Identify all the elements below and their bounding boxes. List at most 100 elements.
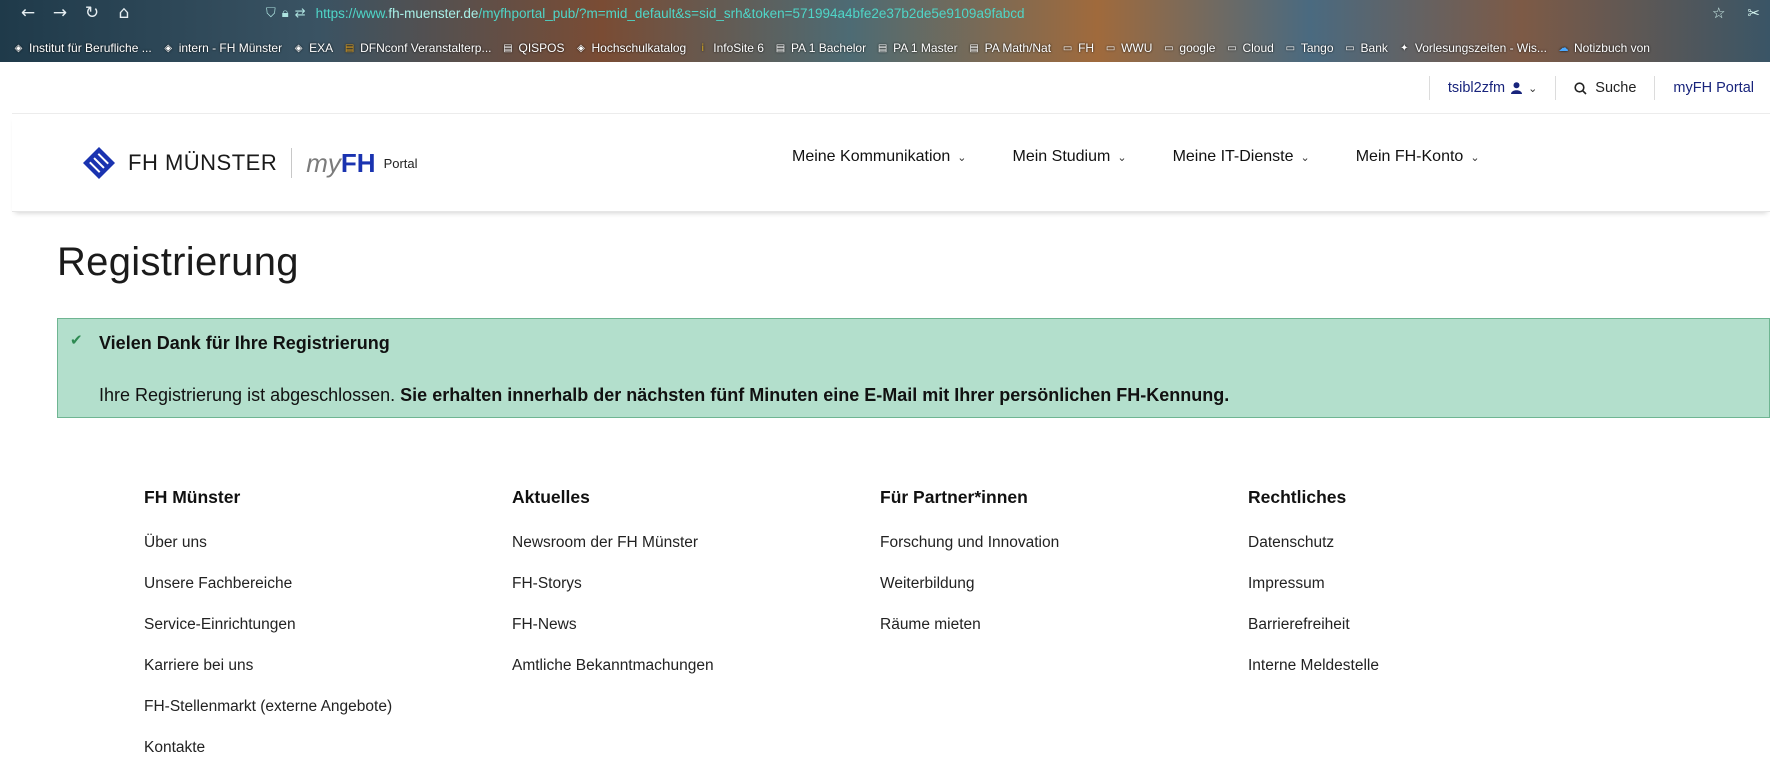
page-title: Registrierung (57, 240, 299, 284)
footer-link[interactable]: FH-News (512, 616, 714, 657)
logo-my: my (306, 147, 341, 178)
footer-heading: Aktuelles (512, 487, 590, 507)
main-menu: Meine Kommunikation ⌄ Mein Studium ⌄ Meine… (792, 148, 1480, 166)
bookmark-label: DFNconf Veranstalterp... (360, 41, 492, 55)
alert-message: Ihre Registrierung ist abgeschlossen. Si… (99, 385, 1230, 405)
footer-link[interactable]: Weiterbildung (880, 575, 1059, 616)
chevron-down-icon: ⌄ (1300, 150, 1310, 164)
search-icon (1574, 81, 1587, 95)
bookmark-label: Hochschulkatalog (591, 41, 687, 55)
bookmark-item[interactable]: ◈ EXA (292, 41, 333, 55)
menu-meine-kommunikation[interactable]: Meine Kommunikation ⌄ (792, 148, 967, 166)
footer-link[interactable]: Über uns (144, 534, 392, 575)
bookmark-label: FH (1078, 41, 1095, 55)
forward-icon[interactable]: → (44, 3, 76, 23)
bookmark-item[interactable]: ▤ PA 1 Master (876, 41, 958, 55)
fh-logo-icon: ◈ (164, 42, 173, 54)
wiki-icon: ✦ (1400, 42, 1409, 54)
check-icon: ✔ (70, 331, 83, 349)
footer-column: Aktuelles Newsroom der FH Münster FH-Story… (512, 487, 714, 698)
chevron-down-icon: ⌄ (1470, 150, 1480, 164)
doc-icon: ▤ (503, 42, 513, 54)
info-icon: i (701, 42, 705, 54)
footer-heading: Für Partner*innen (880, 487, 1028, 507)
bookmark-label: PA Math/Nat (984, 41, 1052, 55)
footer-link[interactable]: Barrierefreiheit (1248, 616, 1379, 657)
user-icon (1511, 82, 1523, 94)
bookmark-item[interactable]: ◈ Hochschulkatalog (575, 41, 687, 55)
url-field[interactable]: https://www.fh-muenster.de/myfhportal_pu… (316, 6, 1025, 21)
footer-link[interactable]: FH-Stellenmarkt (externe Angebote) (144, 698, 392, 739)
bookmark-item[interactable]: ☁ Notizbuch von (1557, 41, 1650, 55)
bookmark-item[interactable]: ▤ PA Math/Nat (968, 41, 1051, 55)
bookmark-item[interactable]: ▭ FH (1061, 41, 1094, 55)
bookmark-label: Tango (1300, 41, 1334, 55)
shield-icon[interactable]: ⛉ (266, 6, 276, 21)
bookmark-label: intern - FH Münster (178, 41, 283, 55)
footer-link[interactable]: Impressum (1248, 575, 1379, 616)
footer-link[interactable]: FH-Storys (512, 575, 714, 616)
bookmark-item[interactable]: i InfoSite 6 (696, 41, 764, 55)
bookmark-item[interactable]: ▭ Bank (1344, 41, 1388, 55)
fh-logo-icon (83, 147, 115, 179)
doc-icon: ▤ (877, 42, 888, 54)
footer-link[interactable]: Service-Einrichtungen (144, 616, 392, 657)
bookmark-label: QISPOS (518, 41, 565, 55)
browser-chrome: ← → ↻ ⌂ ⛉ 🔒︎ ⇄ https://www.fh-muenster.d… (0, 0, 1770, 62)
bookmark-label: EXA (309, 41, 334, 55)
footer-column: FH Münster Über uns Unsere Fachbereiche Ser… (144, 487, 392, 760)
bookmark-item[interactable]: ▤ DFNconf Veranstalterp... (343, 41, 492, 55)
logo-text: FH MÜNSTER (128, 150, 278, 175)
bookmark-item[interactable]: ▭ Tango (1284, 41, 1334, 55)
bookmark-item[interactable]: ◈ intern - FH Münster (162, 41, 282, 55)
bookmark-item[interactable]: ▭ google (1162, 41, 1215, 55)
user-menu-button[interactable]: tsibl2zfm ⌄ (1448, 80, 1537, 96)
folder-icon: ▭ (1164, 42, 1174, 54)
bookmark-item[interactable]: ▭ WWU (1104, 41, 1153, 55)
myfh-portal-link[interactable]: myFH Portal (1673, 80, 1754, 96)
screenshot-icon[interactable]: ✂ (1747, 4, 1760, 22)
logo[interactable]: FH MÜNSTER my FH Portal (82, 146, 418, 180)
search-label: Suche (1595, 80, 1637, 96)
divider (1654, 76, 1656, 100)
back-icon[interactable]: ← (12, 3, 44, 23)
bookmark-label: google (1179, 41, 1216, 55)
bookmark-item[interactable]: ▭ Cloud (1225, 41, 1274, 55)
doc-icon: ▤ (969, 42, 979, 54)
cloud-icon: ☁ (1558, 42, 1569, 54)
footer-link[interactable]: Amtliche Bekanntmachungen (512, 657, 714, 698)
footer-heading: FH Münster (144, 487, 241, 507)
fh-logo-icon: ◈ (14, 42, 23, 54)
divider (1428, 76, 1430, 100)
bookmark-label: PA 1 Master (893, 41, 958, 55)
bookmark-star-icon[interactable]: ☆ (1712, 4, 1725, 22)
reload-icon[interactable]: ↻ (76, 3, 108, 23)
menu-mein-fh-konto[interactable]: Mein FH-Konto ⌄ (1356, 148, 1480, 166)
footer-link[interactable]: Kontakte (144, 739, 392, 760)
chevron-down-icon: ⌄ (1117, 150, 1127, 164)
folder-icon: ▭ (1285, 42, 1296, 54)
bookmark-item[interactable]: ◈ Institut für Berufliche ... (12, 41, 152, 55)
success-alert: ✔ Vielen Dank für Ihre Registrierung Ihr… (57, 318, 1770, 418)
divider (1555, 76, 1557, 100)
logo-fh: FH (340, 147, 376, 178)
footer-link[interactable]: Karriere bei uns (144, 657, 392, 698)
menu-mein-studium[interactable]: Mein Studium ⌄ (1013, 148, 1127, 166)
footer-link[interactable]: Räume mieten (880, 616, 1059, 657)
lock-icon[interactable]: 🔒︎ (282, 6, 289, 21)
menu-meine-it-dienste[interactable]: Meine IT-Dienste ⌄ (1173, 148, 1310, 166)
footer-link[interactable]: Datenschutz (1248, 534, 1379, 575)
bookmark-item[interactable]: ▤ PA 1 Bachelor (774, 41, 866, 55)
footer-link[interactable]: Newsroom der FH Münster (512, 534, 714, 575)
footer-link[interactable]: Interne Meldestelle (1248, 657, 1379, 698)
permissions-icon[interactable]: ⇄ (295, 6, 306, 21)
address-bar-row: ← → ↻ ⌂ ⛉ 🔒︎ ⇄ https://www.fh-muenster.d… (12, 0, 1770, 26)
bookmark-item[interactable]: ▤ QISPOS (501, 41, 564, 55)
folder-icon: ▭ (1062, 42, 1073, 54)
footer-link[interactable]: Unsere Fachbereiche (144, 575, 392, 616)
bookmark-item[interactable]: ✦ Vorlesungszeiten - Wis... (1398, 41, 1547, 55)
search-button[interactable]: Suche (1574, 80, 1636, 96)
bookmark-label: Cloud (1242, 41, 1274, 55)
footer-link[interactable]: Forschung und Innovation (880, 534, 1059, 575)
home-icon[interactable]: ⌂ (108, 3, 140, 23)
